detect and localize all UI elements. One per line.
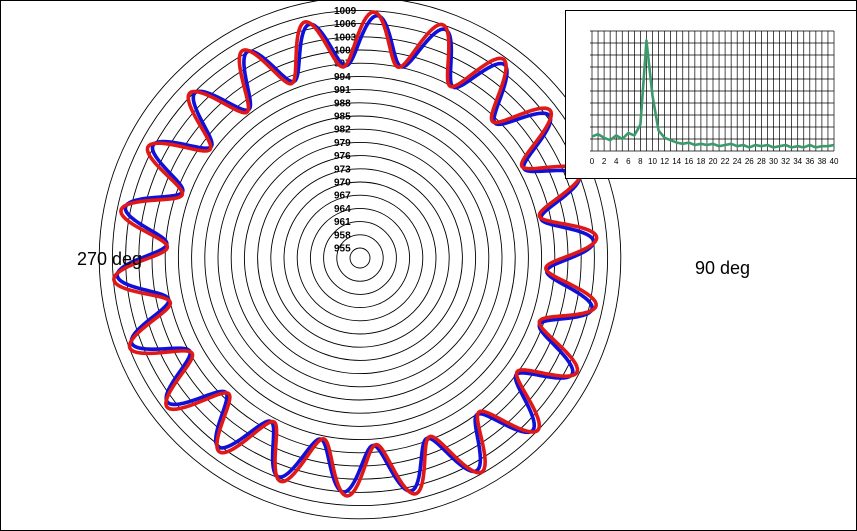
radial-tick-label: 1003 bbox=[334, 32, 357, 43]
radial-tick-labels: 955 958 961 964 967 970 973 976 979 982 985 988 991 9… bbox=[334, 1, 357, 255]
polar-ring bbox=[296, 194, 424, 322]
inset-x-tick-label: 40 bbox=[830, 157, 839, 166]
radial-tick-label: 976 bbox=[334, 151, 351, 162]
angle-label-90: 90 deg bbox=[695, 258, 751, 278]
radial-tick-label: 1012 bbox=[334, 1, 357, 4]
inset-x-tick-label: 0 bbox=[590, 157, 595, 166]
radial-tick-label: 991 bbox=[334, 85, 351, 96]
inset-plot: 0 2 4 6 8 10 12 14 16 18 20 22 24 26 28 30 32 34 36 38 40 bbox=[590, 30, 839, 166]
radial-tick-label: 994 bbox=[334, 72, 351, 83]
polar-ring bbox=[217, 115, 503, 401]
inset-x-tick-label: 10 bbox=[648, 157, 657, 166]
inset-x-tick-label: 18 bbox=[696, 157, 705, 166]
radial-tick-label: 979 bbox=[334, 138, 351, 149]
inset-x-tick-label: 38 bbox=[817, 157, 826, 166]
polar-ring bbox=[257, 155, 463, 361]
inset-x-tick-label: 4 bbox=[614, 157, 619, 166]
radial-tick-label: 973 bbox=[334, 164, 351, 175]
angle-label-270: 270 deg bbox=[77, 249, 143, 269]
radial-tick-label: 988 bbox=[334, 98, 351, 109]
inset-x-tick-label: 16 bbox=[684, 157, 693, 166]
inset-x-tick-label: 26 bbox=[745, 157, 754, 166]
radial-tick-label: 985 bbox=[334, 112, 351, 123]
polar-series bbox=[112, 10, 599, 498]
polar-series-line bbox=[112, 10, 599, 498]
polar-grid bbox=[98, 1, 622, 520]
polar-ring bbox=[336, 234, 384, 282]
radial-tick-label: 958 bbox=[334, 230, 351, 241]
polar-ring bbox=[191, 89, 529, 427]
inset-x-tick-label: 36 bbox=[805, 157, 814, 166]
radial-tick-label: 1006 bbox=[334, 19, 357, 30]
inset-x-tick-label: 34 bbox=[793, 157, 802, 166]
radial-tick-label: 982 bbox=[334, 125, 351, 136]
polar-ring bbox=[204, 102, 516, 414]
inset-x-tick-label: 28 bbox=[757, 157, 766, 166]
inset-x-tick-label: 32 bbox=[781, 157, 790, 166]
inset-x-tick-labels: 0 2 4 6 8 10 12 14 16 18 20 22 24 26 28 30 32 34 36 38 40 bbox=[590, 157, 839, 166]
radial-tick-label: 970 bbox=[334, 178, 351, 189]
inset-spectrum-chart: 0 2 4 6 8 10 12 14 16 18 20 22 24 26 28 30 32 34 36 38 40 bbox=[565, 10, 856, 179]
inset-x-tick-label: 2 bbox=[602, 157, 607, 166]
inset-x-tick-label: 30 bbox=[769, 157, 778, 166]
polar-ring bbox=[309, 207, 411, 309]
polar-ring bbox=[283, 181, 437, 335]
inset-x-tick-label: 12 bbox=[660, 157, 669, 166]
inset-x-tick-label: 8 bbox=[638, 157, 643, 166]
radial-tick-label: 967 bbox=[334, 191, 351, 202]
inset-x-tick-label: 14 bbox=[672, 157, 681, 166]
polar-ring bbox=[349, 247, 371, 269]
radial-tick-label: 955 bbox=[334, 244, 351, 255]
inset-x-tick-label: 24 bbox=[733, 157, 742, 166]
polar-ring bbox=[98, 1, 622, 520]
polar-ring bbox=[230, 128, 490, 388]
polar-series-line bbox=[115, 13, 596, 494]
radial-tick-label: 964 bbox=[334, 204, 351, 215]
inset-x-tick-label: 20 bbox=[709, 157, 718, 166]
polar-ring bbox=[243, 141, 477, 375]
polar-ring bbox=[151, 49, 569, 467]
inset-x-tick-label: 22 bbox=[721, 157, 730, 166]
radial-tick-label: 961 bbox=[334, 217, 351, 228]
radial-tick-label: 1009 bbox=[334, 6, 357, 17]
polar-ring bbox=[177, 75, 543, 441]
inset-x-tick-label: 6 bbox=[626, 157, 631, 166]
chart-frame: 955 958 961 964 967 970 973 976 979 982 985 988 991 9… bbox=[0, 0, 857, 531]
